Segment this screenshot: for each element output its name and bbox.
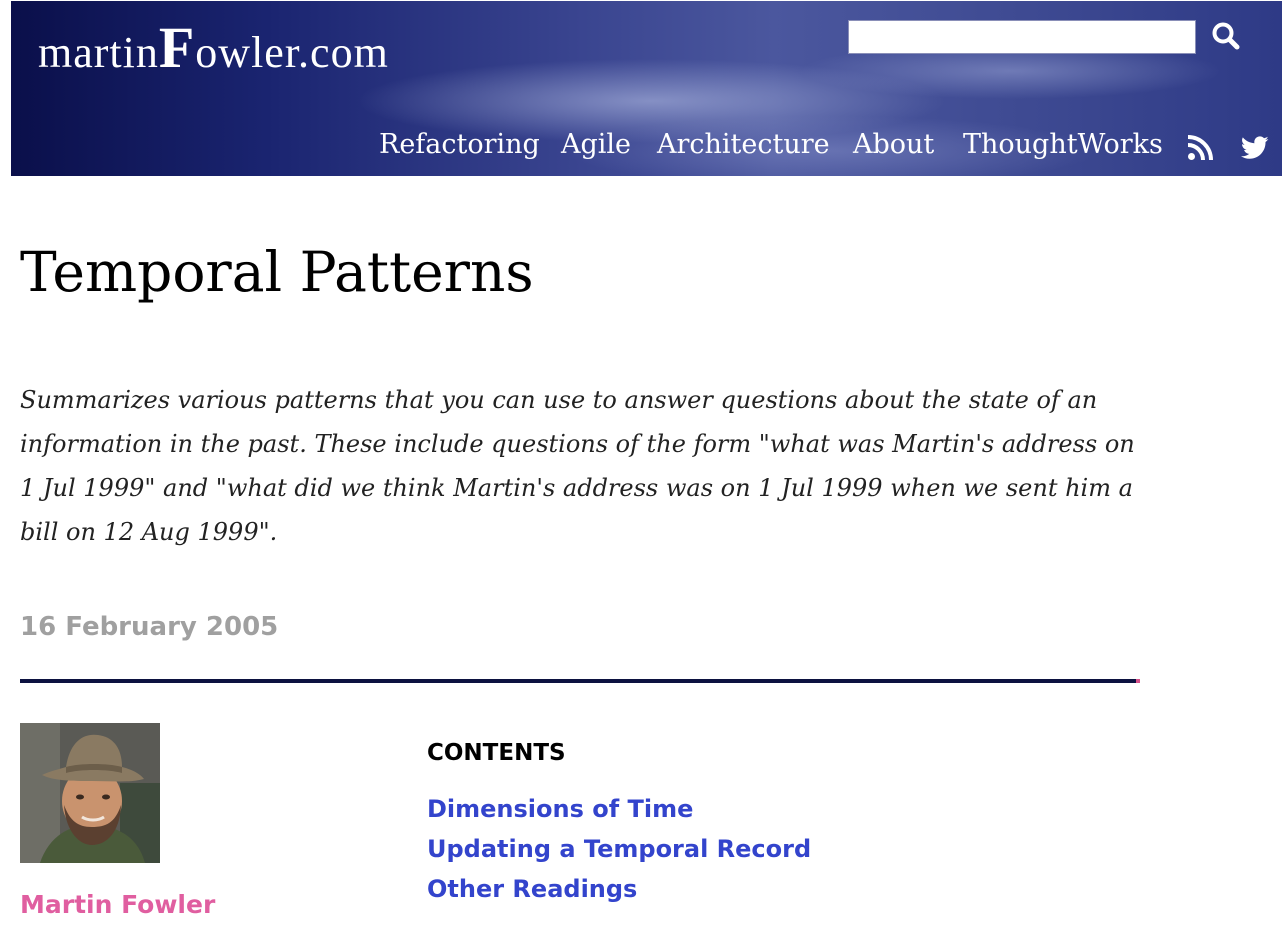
rss-icon <box>1187 135 1213 161</box>
nav-architecture[interactable]: Architecture <box>657 129 830 160</box>
rss-link[interactable] <box>1187 135 1213 165</box>
nav-agile[interactable]: Agile <box>561 129 631 160</box>
table-of-contents: Dimensions of Time Updating a Temporal R… <box>427 792 811 912</box>
publish-date: 16 February 2005 <box>20 612 279 642</box>
logo-big-letter: F <box>158 15 196 80</box>
author-name[interactable]: Martin Fowler <box>20 890 215 919</box>
twitter-icon <box>1240 136 1269 159</box>
search-button[interactable] <box>1211 21 1247 55</box>
toc-link-other-readings[interactable]: Other Readings <box>427 875 637 903</box>
nav-thoughtworks[interactable]: ThoughtWorks <box>963 129 1163 160</box>
author-avatar[interactable] <box>20 723 160 863</box>
site-header: martinFowler.com Refactoring Agile Archi… <box>11 1 1282 176</box>
logo-suffix: owler.com <box>195 28 389 77</box>
site-logo[interactable]: martinFowler.com <box>38 19 389 77</box>
author-photo <box>20 723 160 863</box>
toc-link-dimensions-of-time[interactable]: Dimensions of Time <box>427 795 693 823</box>
toc-item: Dimensions of Time <box>427 792 811 832</box>
toc-item: Other Readings <box>427 872 811 912</box>
article-abstract: Summarizes various patterns that you can… <box>20 386 1135 546</box>
divider-accent <box>1136 679 1140 683</box>
logo-prefix: martin <box>38 28 159 77</box>
search-icon <box>1212 22 1240 50</box>
nav-about[interactable]: About <box>853 129 934 160</box>
toc-link-updating-a-temporal-record[interactable]: Updating a Temporal Record <box>427 835 811 863</box>
page-title: Temporal Patterns <box>20 240 534 304</box>
toc-item: Updating a Temporal Record <box>427 832 811 872</box>
contents-heading: CONTENTS <box>427 740 566 766</box>
twitter-link[interactable] <box>1240 135 1269 165</box>
search-input[interactable] <box>848 20 1196 54</box>
nav-refactoring[interactable]: Refactoring <box>379 129 540 160</box>
section-divider <box>20 679 1136 683</box>
